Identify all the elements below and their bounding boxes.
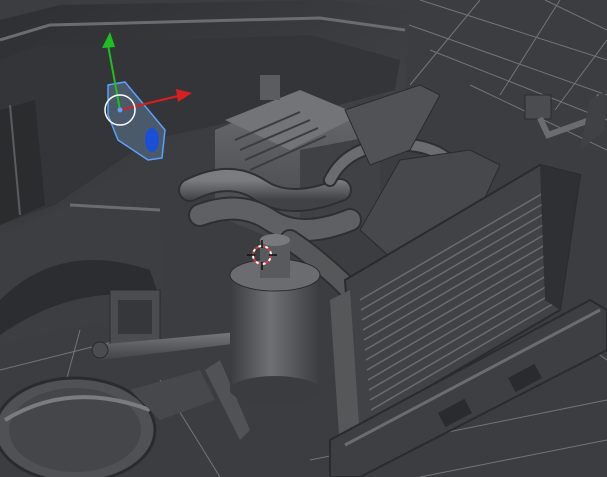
selected-face-highlight — [145, 128, 159, 152]
headlight[interactable] — [0, 376, 157, 477]
pivot-point-icon — [117, 107, 123, 113]
3d-viewport[interactable] — [0, 0, 607, 477]
right-bracket[interactable] — [524, 92, 605, 150]
viewport-canvas[interactable] — [0, 0, 607, 477]
left-fender[interactable] — [0, 203, 165, 346]
